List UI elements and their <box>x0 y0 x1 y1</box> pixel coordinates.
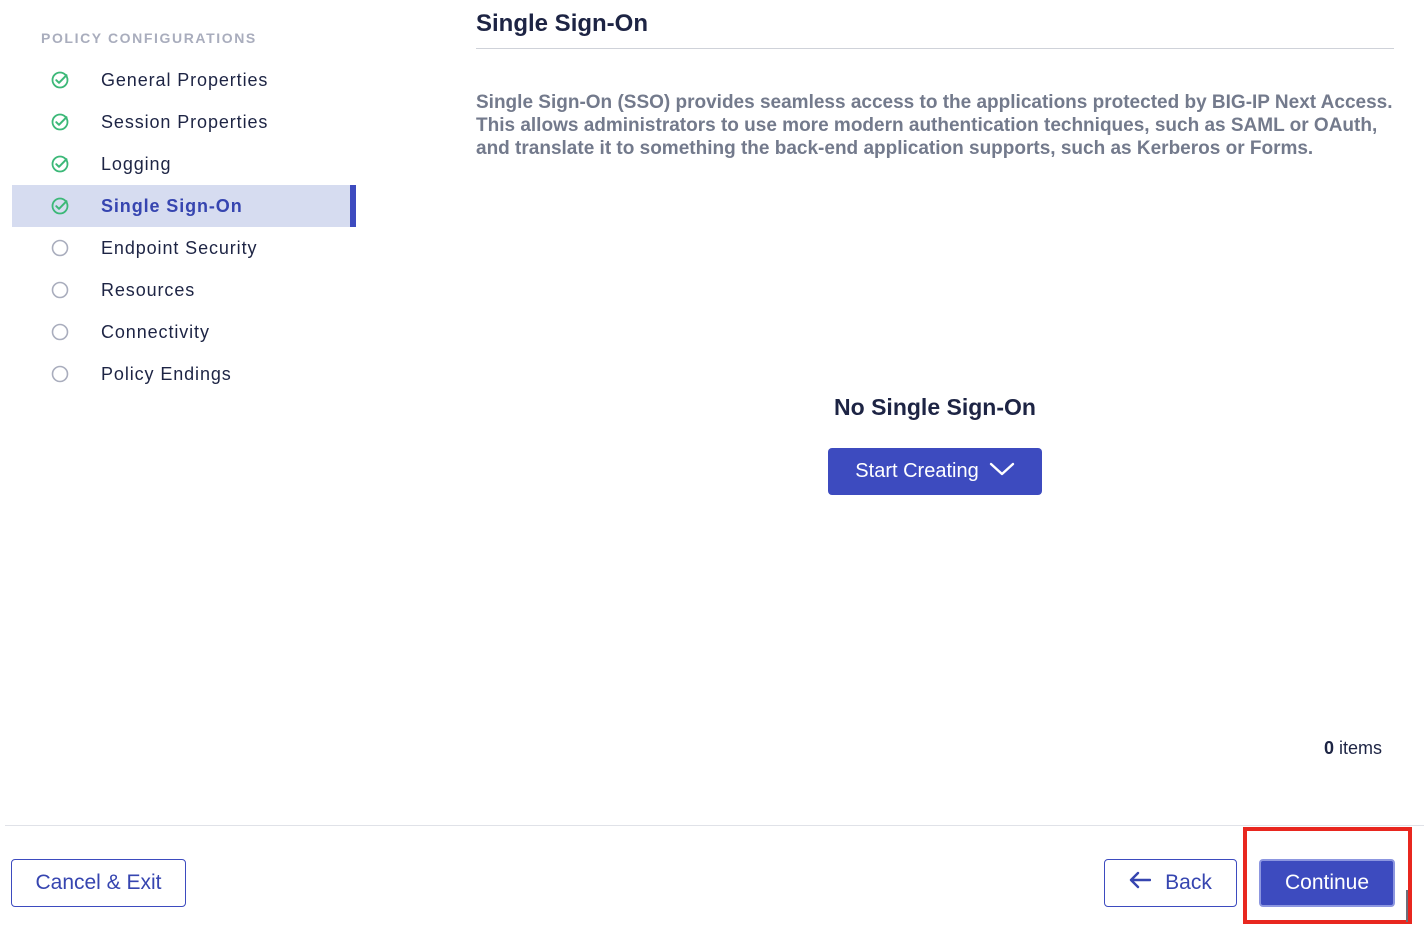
empty-circle-icon <box>51 281 69 299</box>
step-connectivity[interactable]: Connectivity <box>12 311 356 353</box>
step-single-sign-on[interactable]: Single Sign-On <box>12 185 356 227</box>
step-label: General Properties <box>101 70 269 90</box>
footer-divider <box>5 825 1424 826</box>
chevron-down-icon <box>989 460 1015 483</box>
steps-list: General Properties Session Properties Lo… <box>12 59 356 395</box>
empty-state: No Single Sign-On Start Creating <box>775 394 1095 495</box>
start-creating-label: Start Creating <box>855 460 979 482</box>
step-label: Policy Endings <box>101 364 232 384</box>
step-label: Single Sign-On <box>101 196 243 216</box>
empty-circle-icon <box>51 323 69 341</box>
back-label: Back <box>1165 871 1212 894</box>
cancel-exit-label: Cancel & Exit <box>35 871 162 894</box>
items-count: 0 items <box>1324 738 1382 759</box>
continue-label: Continue <box>1284 871 1370 894</box>
back-button[interactable]: Back <box>1104 859 1237 907</box>
check-circle-icon <box>51 197 69 215</box>
arrow-left-icon <box>1129 871 1152 895</box>
step-label: Logging <box>101 154 172 174</box>
resize-handle[interactable] <box>1406 890 1408 922</box>
sidebar-heading: POLICY CONFIGURATIONS <box>41 30 257 46</box>
empty-circle-icon <box>51 365 69 383</box>
check-circle-icon <box>51 155 69 173</box>
step-endpoint-security[interactable]: Endpoint Security <box>12 227 356 269</box>
cancel-exit-button[interactable]: Cancel & Exit <box>11 859 186 907</box>
step-general-properties[interactable]: General Properties <box>12 59 356 101</box>
title-divider <box>476 48 1394 49</box>
page-description: Single Sign-On (SSO) provides seamless a… <box>476 92 1393 159</box>
policy-config-sidebar: POLICY CONFIGURATIONS General Properties… <box>0 0 360 820</box>
step-resources[interactable]: Resources <box>12 269 356 311</box>
empty-circle-icon <box>51 239 69 257</box>
continue-button[interactable]: Continue <box>1259 859 1395 907</box>
step-session-properties[interactable]: Session Properties <box>12 101 356 143</box>
items-count-suffix: items <box>1338 738 1382 758</box>
step-policy-endings[interactable]: Policy Endings <box>12 353 356 395</box>
check-circle-icon <box>51 113 69 131</box>
step-label: Resources <box>101 280 196 300</box>
step-label: Endpoint Security <box>101 238 258 258</box>
start-creating-button[interactable]: Start Creating <box>828 448 1042 495</box>
empty-state-title: No Single Sign-On <box>834 394 1036 420</box>
items-count-number: 0 <box>1323 738 1334 758</box>
page-title: Single Sign-On <box>476 10 648 37</box>
step-logging[interactable]: Logging <box>12 143 356 185</box>
check-circle-icon <box>51 71 69 89</box>
step-label: Connectivity <box>101 322 210 342</box>
step-label: Session Properties <box>101 112 269 132</box>
